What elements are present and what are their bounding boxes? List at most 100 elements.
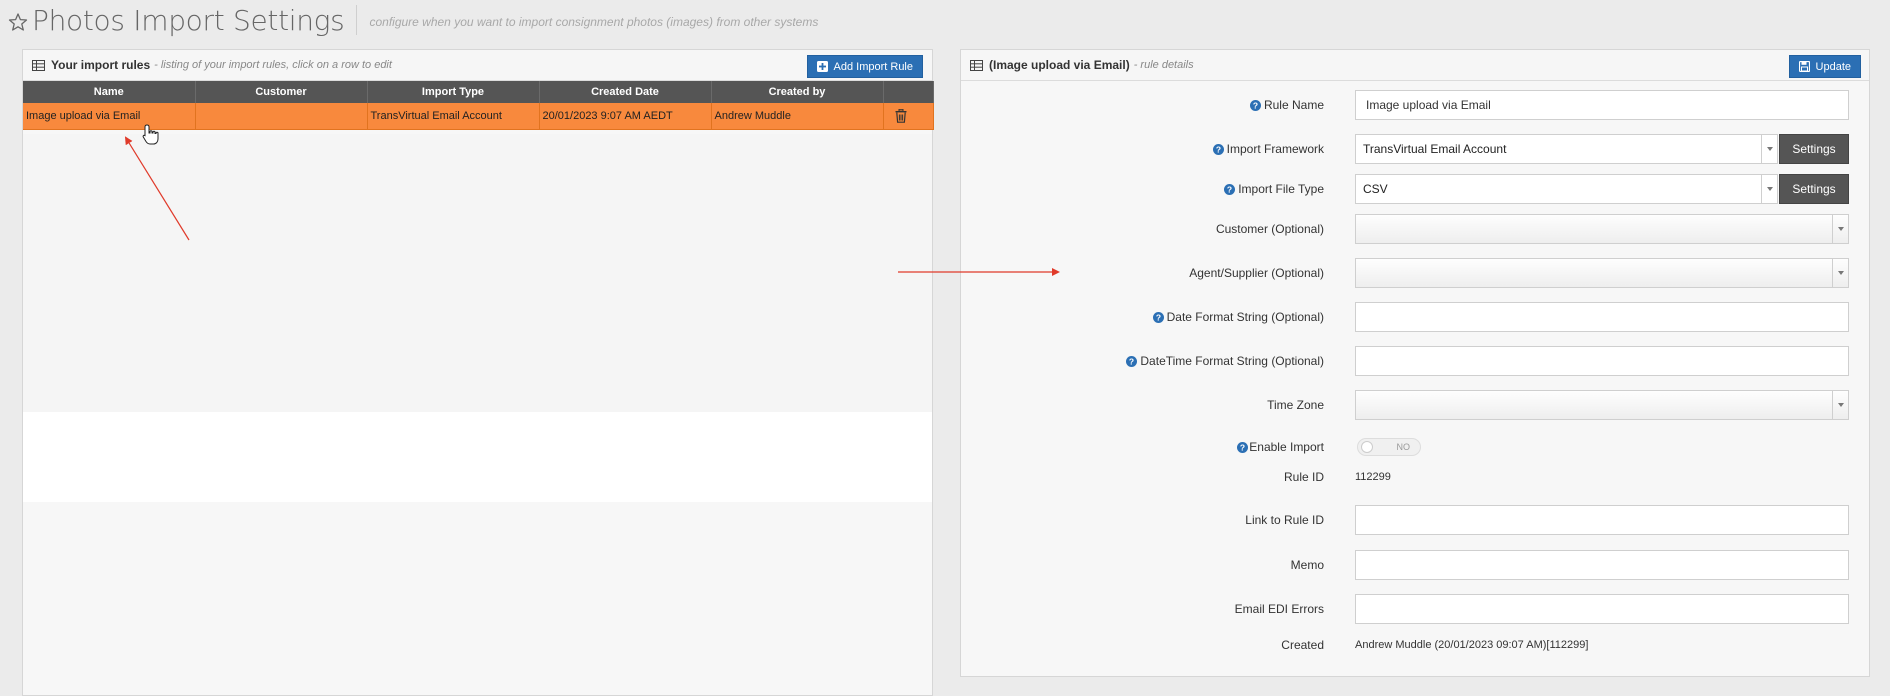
datetime-format-row: ? DateTime Format String (Optional) <box>961 346 1869 376</box>
column-header-name[interactable]: Name <box>23 81 196 103</box>
customer-label: Customer (Optional) <box>1215 222 1324 236</box>
import-file-type-label: ? Import File Type <box>1224 182 1324 196</box>
link-rule-id-row: Link to Rule ID <box>961 505 1869 535</box>
import-rules-subtitle: - listing of your import rules, click on… <box>154 59 392 71</box>
import-rules-title: Your import rules <box>51 58 151 72</box>
update-button[interactable]: Update <box>1788 55 1861 78</box>
enable-import-row: ? Enable Import NO <box>961 437 1869 457</box>
import-rules-panel-header: Your import rules - listing of your impo… <box>23 50 932 81</box>
email-edi-errors-label: Email EDI Errors <box>1234 602 1324 616</box>
page-title: Photos Import Settings <box>32 3 345 37</box>
import-rules-table: Name Customer Import Type Created Date C… <box>23 81 934 130</box>
datetime-format-label: ? DateTime Format String (Optional) <box>1126 354 1324 368</box>
rule-details-panel-header: (Image upload via Email) - rule details … <box>961 50 1869 81</box>
star-icon[interactable] <box>8 12 28 32</box>
memo-label: Memo <box>1290 558 1324 572</box>
help-icon[interactable]: ? <box>1237 441 1249 453</box>
column-header-customer[interactable]: Customer <box>195 81 368 103</box>
rule-details-panel: (Image upload via Email) - rule details … <box>960 49 1870 677</box>
svg-text:?: ? <box>1227 184 1232 194</box>
import-file-type-select[interactable]: CSV <box>1355 174 1778 204</box>
cell-import-type[interactable]: TransVirtual Email Account <box>367 103 540 130</box>
trash-icon[interactable] <box>895 108 907 123</box>
svg-text:?: ? <box>1253 100 1258 110</box>
customer-select[interactable] <box>1355 214 1849 244</box>
svg-text:?: ? <box>1156 312 1161 322</box>
rule-id-row: Rule ID 112299 <box>961 468 1869 486</box>
toggle-state-text: NO <box>1396 442 1411 452</box>
svg-text:?: ? <box>1216 144 1221 154</box>
agent-supplier-label: Agent/Supplier (Optional) <box>1189 266 1324 280</box>
memo-row: Memo <box>961 550 1869 580</box>
rule-name-input[interactable]: Image upload via Email <box>1355 90 1849 120</box>
add-import-rule-button[interactable]: Add Import Rule <box>806 55 923 78</box>
table-row[interactable]: Image upload via Email TransVirtual Emai… <box>23 103 934 130</box>
time-zone-row: Time Zone <box>961 390 1869 420</box>
enable-import-label: ? Enable Import <box>1237 440 1324 454</box>
customer-row: Customer (Optional) <box>961 214 1869 244</box>
time-zone-select[interactable] <box>1355 390 1849 420</box>
import-file-type-row: ? Import File Type CSV Settings <box>961 174 1869 204</box>
agent-supplier-select[interactable] <box>1355 258 1849 288</box>
column-header-import-type[interactable]: Import Type <box>367 81 540 103</box>
rule-details-subtitle: - rule details <box>1133 59 1194 71</box>
import-framework-label: ? Import Framework <box>1212 142 1324 156</box>
help-icon[interactable]: ? <box>1249 99 1261 111</box>
agent-supplier-row: Agent/Supplier (Optional) <box>961 258 1869 288</box>
update-label: Update <box>1815 60 1851 73</box>
email-edi-errors-row: Email EDI Errors <box>961 594 1869 624</box>
table-empty-area <box>23 134 932 412</box>
rule-id-label: Rule ID <box>1283 470 1324 484</box>
chevron-down-icon[interactable] <box>1832 215 1848 243</box>
svg-text:?: ? <box>1240 442 1245 452</box>
rule-name-row: ? Rule Name Image upload via Email <box>961 90 1869 120</box>
import-file-type-value: CSV <box>1363 182 1388 196</box>
add-import-rule-label: Add Import Rule <box>833 60 913 73</box>
cell-created-date[interactable]: 20/01/2023 9:07 AM AEDT <box>539 103 712 130</box>
email-edi-errors-input[interactable] <box>1355 594 1849 624</box>
import-framework-row: ? Import Framework TransVirtual Email Ac… <box>961 134 1869 164</box>
column-header-actions <box>883 81 934 103</box>
rule-name-label: ? Rule Name <box>1249 98 1324 112</box>
table-icon <box>32 59 45 71</box>
datetime-format-input[interactable] <box>1355 346 1849 376</box>
column-header-created-date[interactable]: Created Date <box>539 81 712 103</box>
enable-import-toggle[interactable]: NO <box>1357 438 1421 456</box>
import-framework-select[interactable]: TransVirtual Email Account <box>1355 134 1778 164</box>
date-format-label: ? Date Format String (Optional) <box>1152 310 1324 324</box>
date-format-input[interactable] <box>1355 302 1849 332</box>
import-framework-value: TransVirtual Email Account <box>1363 142 1507 156</box>
cell-created-by[interactable]: Andrew Muddle <box>711 103 884 130</box>
save-icon <box>1798 61 1810 72</box>
cell-customer[interactable] <box>195 103 368 130</box>
help-icon[interactable]: ? <box>1126 355 1138 367</box>
time-zone-label: Time Zone <box>1267 398 1324 412</box>
help-icon[interactable]: ? <box>1224 183 1236 195</box>
date-format-row: ? Date Format String (Optional) <box>961 302 1869 332</box>
toggle-knob <box>1361 441 1373 453</box>
cell-name[interactable]: Image upload via Email <box>23 103 196 130</box>
link-rule-id-input[interactable] <box>1355 505 1849 535</box>
rule-details-title: (Image upload via Email) <box>989 58 1130 72</box>
svg-text:?: ? <box>1129 356 1134 366</box>
import-rules-panel: Your import rules - listing of your impo… <box>22 49 934 696</box>
created-label: Created <box>1281 638 1324 652</box>
rule-id-value: 112299 <box>1355 471 1391 483</box>
chevron-down-icon[interactable] <box>1761 135 1777 163</box>
created-row: Created Andrew Muddle (20/01/2023 09:07 … <box>961 636 1869 654</box>
help-icon[interactable]: ? <box>1212 143 1224 155</box>
cell-delete[interactable] <box>883 103 934 130</box>
import-file-type-settings-button[interactable]: Settings <box>1779 174 1849 204</box>
memo-input[interactable] <box>1355 550 1849 580</box>
table-empty-band <box>23 412 932 502</box>
chevron-down-icon[interactable] <box>1832 391 1848 419</box>
import-framework-settings-button[interactable]: Settings <box>1779 134 1849 164</box>
chevron-down-icon[interactable] <box>1832 259 1848 287</box>
table-header-row: Name Customer Import Type Created Date C… <box>23 81 934 103</box>
chevron-down-icon[interactable] <box>1761 175 1777 203</box>
link-rule-id-label: Link to Rule ID <box>1245 513 1324 527</box>
column-header-created-by[interactable]: Created by <box>711 81 884 103</box>
title-divider <box>356 5 358 35</box>
help-icon[interactable]: ? <box>1152 311 1164 323</box>
plus-square-icon <box>816 61 828 72</box>
